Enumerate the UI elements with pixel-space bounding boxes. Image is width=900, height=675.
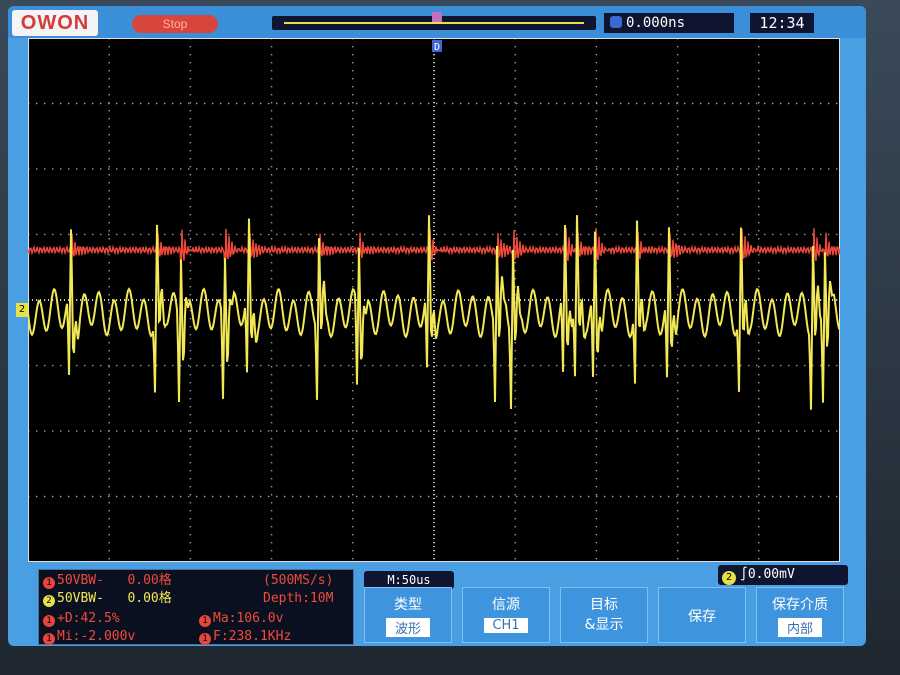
- softkey-source[interactable]: 信源 CH1: [462, 587, 550, 643]
- softkey-source-title: 信源: [492, 597, 520, 613]
- time-offset-readout: 0.000ns: [604, 13, 734, 33]
- softkey-target-display[interactable]: 目标 &显示: [560, 587, 648, 643]
- top-status-bar: OWON Stop 0.000ns 12:34: [8, 6, 866, 38]
- channel-info-panel: 1 50VBW- 0.00格 2 50VBW- 0.00格 (500MS/s) De…: [38, 569, 354, 645]
- trigger-edge-icon: ∫: [740, 567, 748, 582]
- measure-freq: 1 F:238.1KHz: [199, 628, 291, 646]
- waveform-display[interactable]: D: [28, 38, 840, 562]
- ch2-info[interactable]: 2 50VBW- 0.00格: [43, 590, 172, 608]
- memory-window-line: [284, 22, 584, 24]
- trigger-pos-icon: [610, 16, 622, 28]
- measure-icon: 1: [199, 633, 211, 645]
- time-offset-value: 0.000ns: [626, 15, 686, 31]
- softkey-save-title: 保存: [688, 609, 716, 625]
- ch1-scale: 0.00格: [127, 573, 172, 588]
- trigger-time-marker-label: D: [434, 42, 440, 53]
- memory-depth: Depth:10M: [263, 591, 334, 606]
- sample-rate: (500MS/s): [263, 573, 334, 588]
- softkey-type-title: 类型: [394, 597, 422, 613]
- softkey-source-value: CH1: [484, 618, 528, 633]
- measure-freq-value: F:238.1KHz: [213, 629, 292, 644]
- measure-duty: 1 +D:42.5%: [43, 610, 120, 628]
- softkey-type-value: 波形: [386, 618, 430, 637]
- ch2-scale: 0.00格: [127, 591, 172, 606]
- ch1-info[interactable]: 1 50VBW- 0.00格: [43, 572, 172, 590]
- softkey-type[interactable]: 类型 波形: [364, 587, 452, 643]
- ch1-label: 50VBW-: [57, 573, 104, 588]
- softkey-media-value: 内部: [778, 618, 822, 637]
- measure-max-value: Ma:106.0v: [213, 611, 284, 626]
- softkey-save[interactable]: 保存: [658, 587, 746, 643]
- trigger-level: 0.00mV: [747, 567, 795, 582]
- measure-icon: 1: [43, 633, 55, 645]
- trigger-position-marker: [432, 12, 442, 22]
- measure-icon: 1: [199, 615, 211, 627]
- softkey-target-title: 目标 &显示: [584, 597, 624, 633]
- bottom-panel: 1 50VBW- 0.00格 2 50VBW- 0.00格 (500MS/s) De…: [28, 563, 866, 646]
- measure-duty-value: +D:42.5%: [57, 611, 120, 626]
- waveform-canvas: D: [28, 38, 840, 562]
- measure-max: 1 Ma:106.0v: [199, 610, 283, 628]
- softkey-media-title: 保存介质: [772, 597, 828, 613]
- softkey-save-media[interactable]: 保存介质 内部: [756, 587, 844, 643]
- trigger-position-bar: [272, 12, 596, 30]
- brand-logo: OWON: [12, 10, 98, 36]
- run-stop-indicator[interactable]: Stop: [132, 15, 218, 33]
- trigger-readout: 2 ∫0.00mV: [718, 565, 848, 585]
- trigger-channel-icon: 2: [722, 571, 736, 585]
- ch2-ground-marker[interactable]: 2: [16, 303, 28, 317]
- ch2-label: 50VBW-: [57, 591, 104, 606]
- measure-icon: 1: [43, 615, 55, 627]
- scope-screen: OWON Stop 0.000ns 12:34 D 2 1 50VBW- 0.00…: [8, 6, 866, 646]
- measure-min: 1 Mi:-2.000v: [43, 628, 135, 646]
- measure-min-value: Mi:-2.000v: [57, 629, 136, 644]
- graticule: [28, 38, 840, 562]
- ch1-icon: 1: [43, 577, 55, 589]
- clock: 12:34: [750, 13, 814, 33]
- ch2-icon: 2: [43, 595, 55, 607]
